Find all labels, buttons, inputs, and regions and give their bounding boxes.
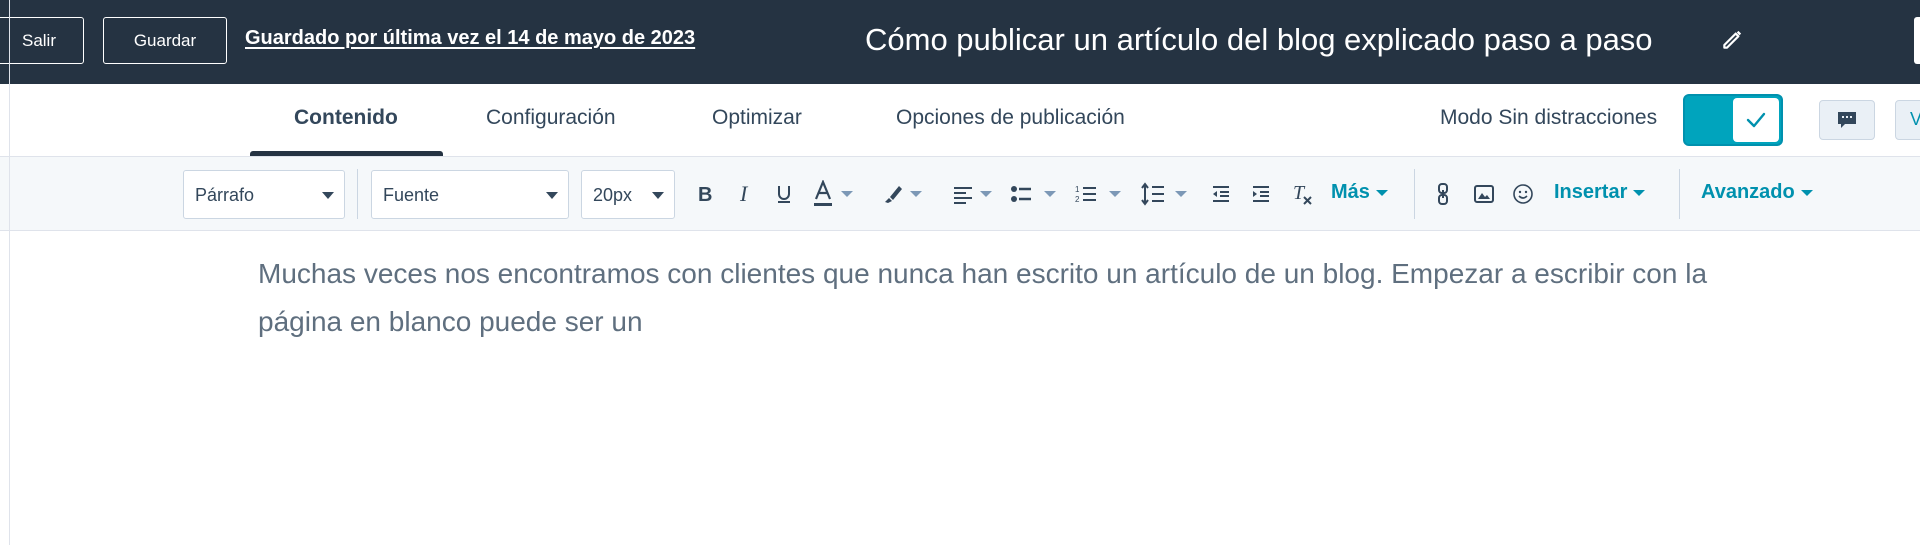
save-button[interactable]: Guardar xyxy=(103,17,227,64)
svg-text:B: B xyxy=(698,184,712,205)
toolbar-divider xyxy=(357,169,358,219)
check-icon xyxy=(1746,112,1766,128)
highlight-icon[interactable] xyxy=(882,179,922,209)
tab-configuracion[interactable]: Configuración xyxy=(486,106,616,130)
underline-icon[interactable] xyxy=(775,179,793,209)
focus-mode-label: Modo Sin distracciones xyxy=(1440,106,1658,129)
exit-button[interactable]: Salir xyxy=(0,17,84,64)
chevron-down-icon xyxy=(910,191,922,197)
chevron-down-icon xyxy=(980,191,992,197)
more-menu[interactable]: Más xyxy=(1331,181,1388,204)
preview-button-partial[interactable]: V xyxy=(1895,100,1920,140)
insert-menu[interactable]: Insertar xyxy=(1554,181,1646,204)
pencil-icon[interactable] xyxy=(1720,26,1746,52)
publish-button-partial[interactable] xyxy=(1914,17,1920,64)
link-icon[interactable] xyxy=(1436,179,1450,209)
advanced-menu-label: Avanzado xyxy=(1701,181,1795,203)
line-height-icon[interactable] xyxy=(1141,179,1187,209)
chevron-down-icon xyxy=(322,192,334,199)
chevron-down-icon xyxy=(1800,189,1813,196)
text-color-icon[interactable] xyxy=(811,179,853,209)
bulleted-list-icon[interactable] xyxy=(1010,179,1056,209)
chevron-down-icon xyxy=(1633,189,1646,196)
editor-body[interactable]: Muchas veces nos encontramos con cliente… xyxy=(258,250,1738,346)
top-bar: Salir Guardar Guardado por última vez el… xyxy=(0,0,1920,84)
paragraph-select-value: Párrafo xyxy=(195,185,255,205)
insert-menu-label: Insertar xyxy=(1554,181,1628,203)
outdent-icon[interactable] xyxy=(1211,179,1231,209)
svg-text:I: I xyxy=(739,183,749,205)
formatting-toolbar: Párrafo Fuente 20px B I 12 T Más Inserta… xyxy=(0,157,1920,231)
toolbar-divider xyxy=(1414,169,1415,219)
chevron-down-icon xyxy=(1175,191,1187,197)
toggle-knob xyxy=(1733,98,1779,142)
focus-mode-toggle[interactable] xyxy=(1683,94,1783,146)
tabs-bar: Contenido Configuración Optimizar Opcion… xyxy=(0,84,1920,157)
image-icon[interactable] xyxy=(1473,179,1495,209)
comment-icon xyxy=(1838,112,1856,128)
more-menu-label: Más xyxy=(1331,181,1370,203)
svg-text:2: 2 xyxy=(1075,195,1080,204)
tab-opciones-publicacion[interactable]: Opciones de publicación xyxy=(896,106,1125,130)
chevron-down-icon xyxy=(1109,191,1121,197)
svg-text:T: T xyxy=(1293,182,1306,204)
active-tab-indicator xyxy=(250,151,443,156)
bold-icon[interactable]: B xyxy=(696,179,714,209)
svg-text:1: 1 xyxy=(1075,185,1080,194)
clear-format-icon[interactable]: T xyxy=(1292,179,1314,209)
font-select[interactable]: Fuente xyxy=(371,170,569,219)
chevron-down-icon xyxy=(841,191,853,197)
tab-optimizar[interactable]: Optimizar xyxy=(712,106,802,130)
chevron-down-icon xyxy=(546,192,558,199)
chevron-down-icon xyxy=(652,192,664,199)
font-size-value: 20px xyxy=(593,185,633,205)
font-size-select[interactable]: 20px xyxy=(581,170,675,219)
indent-icon[interactable] xyxy=(1251,179,1271,209)
advanced-menu[interactable]: Avanzado xyxy=(1701,181,1813,204)
post-title[interactable]: Cómo publicar un artículo del blog expli… xyxy=(865,22,1653,58)
comments-button[interactable] xyxy=(1819,100,1875,140)
paragraph-select[interactable]: Párrafo xyxy=(183,170,345,219)
emoji-icon[interactable] xyxy=(1512,179,1534,209)
numbered-list-icon[interactable]: 12 xyxy=(1075,179,1121,209)
font-select-value: Fuente xyxy=(383,185,440,205)
chevron-down-icon xyxy=(1375,189,1388,196)
tab-contenido[interactable]: Contenido xyxy=(294,106,398,130)
chevron-down-icon xyxy=(1044,191,1056,197)
left-panel-edge xyxy=(0,0,10,545)
toolbar-divider xyxy=(1679,169,1680,219)
align-icon[interactable] xyxy=(952,179,992,209)
italic-icon[interactable]: I xyxy=(737,179,753,209)
last-saved-link[interactable]: Guardado por última vez el 14 de mayo de… xyxy=(245,27,695,50)
